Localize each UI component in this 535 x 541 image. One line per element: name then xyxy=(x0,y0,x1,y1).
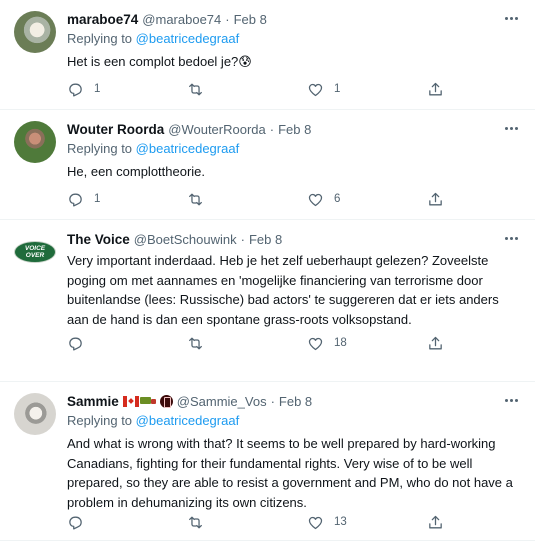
like-button[interactable]: 18 xyxy=(307,335,427,352)
like-count: 1 xyxy=(334,83,341,95)
separator-dot: · xyxy=(269,121,275,137)
tweet-date[interactable]: Feb 8 xyxy=(234,12,267,27)
retweet-icon xyxy=(189,83,202,95)
like-button[interactable]: 13 xyxy=(307,514,427,531)
more-options-icon[interactable] xyxy=(501,120,521,136)
more-options-icon[interactable] xyxy=(501,230,521,246)
more-options-icon[interactable] xyxy=(501,10,521,26)
reply-button[interactable]: 1 xyxy=(67,81,187,98)
tweet-date[interactable]: Feb 8 xyxy=(278,122,311,137)
heart-icon xyxy=(308,83,323,96)
reply-icon xyxy=(69,337,82,351)
tweet-text: Very important inderdaad. Heb je het zel… xyxy=(67,253,499,327)
tweet-text: He, een complottheorie. xyxy=(67,164,206,179)
reply-count: 1 xyxy=(94,83,101,95)
retweet-icon xyxy=(189,193,202,205)
heart-icon xyxy=(308,193,323,206)
tweet-date[interactable]: Feb 8 xyxy=(279,394,312,409)
more-options-icon[interactable] xyxy=(501,392,521,408)
tweet-actions: 1 6 xyxy=(67,189,523,209)
share-icon xyxy=(429,82,442,95)
replying-to: Replying to @beatricedegraaf xyxy=(67,141,523,159)
avatar[interactable]: VOICE OVER xyxy=(14,231,56,273)
retweet-button[interactable] xyxy=(187,514,307,531)
like-button[interactable]: 6 xyxy=(307,191,427,208)
share-button[interactable] xyxy=(427,191,444,208)
display-name[interactable]: The Voice xyxy=(67,232,130,247)
retweet-icon xyxy=(189,516,202,528)
tweet-header: The Voice @BoetSchouwink · Feb 8 xyxy=(67,230,523,248)
tweet-header: maraboe74 @maraboe74 · Feb 8 xyxy=(67,10,523,28)
mention-link[interactable]: @beatricedegraaf xyxy=(136,413,240,428)
tweet-text: Het is een complot bedoel je?😰 xyxy=(67,54,252,69)
replying-to-prefix: Replying to xyxy=(67,31,136,46)
heart-icon xyxy=(308,516,323,529)
reply-icon xyxy=(69,83,82,97)
share-button[interactable] xyxy=(427,514,444,531)
avatar[interactable] xyxy=(14,121,56,163)
mention-link[interactable]: @beatricedegraaf xyxy=(136,31,240,46)
share-button[interactable] xyxy=(427,335,444,352)
reply-icon xyxy=(69,516,82,530)
reply-thread: maraboe74 @maraboe74 · Feb 8 Replying to… xyxy=(0,0,535,541)
separator-dot: · xyxy=(270,393,275,409)
user-handle[interactable]: @WouterRoorda xyxy=(168,122,266,137)
mention-link[interactable]: @beatricedegraaf xyxy=(136,141,240,156)
tweet[interactable]: maraboe74 @maraboe74 · Feb 8 Replying to… xyxy=(0,0,535,110)
display-name[interactable]: Sammie xyxy=(67,394,119,409)
like-count: 13 xyxy=(334,516,347,528)
tweet[interactable]: Wouter Roorda @WouterRoorda · Feb 8 Repl… xyxy=(0,110,535,220)
reply-button[interactable] xyxy=(67,335,187,352)
retweet-icon xyxy=(189,337,202,349)
retweet-button[interactable] xyxy=(187,81,307,98)
share-icon xyxy=(429,336,442,349)
replying-to: Replying to @beatricedegraaf xyxy=(67,31,523,49)
avatar[interactable] xyxy=(14,393,56,435)
reply-button[interactable]: 1 xyxy=(67,191,187,208)
retweet-button[interactable] xyxy=(187,335,307,352)
tweet-header: Wouter Roorda @WouterRoorda · Feb 8 xyxy=(67,120,523,138)
avatar-logo: VOICE OVER xyxy=(14,241,56,263)
tweet-actions: 13 xyxy=(67,512,523,532)
tweet-text: And what is wrong with that? It seems to… xyxy=(67,436,513,510)
avatar[interactable] xyxy=(14,11,56,53)
tweet[interactable]: VOICE OVER The Voice @BoetSchouwink · Fe… xyxy=(0,220,535,382)
reply-icon xyxy=(69,193,82,207)
like-count: 6 xyxy=(334,193,341,205)
tweet-header: Sammie @Sammie_Vos · Feb 8 xyxy=(67,392,523,410)
user-handle[interactable]: @maraboe74 xyxy=(142,12,221,27)
separator-dot: · xyxy=(240,231,245,247)
like-count: 18 xyxy=(334,337,347,349)
retweet-button[interactable] xyxy=(187,191,307,208)
canada-flag-icon xyxy=(122,395,139,407)
heart-icon xyxy=(308,337,323,350)
user-handle[interactable]: @Sammie_Vos xyxy=(177,394,267,409)
replying-to-prefix: Replying to xyxy=(67,413,136,428)
like-button[interactable]: 1 xyxy=(307,81,427,98)
display-name[interactable]: maraboe74 xyxy=(67,12,138,27)
name-emoji-badges xyxy=(122,394,173,408)
tweet-date[interactable]: Feb 8 xyxy=(249,232,282,247)
tweet[interactable]: Sammie @Sammie_Vos · Feb 8 Replying to @… xyxy=(0,382,535,541)
display-name[interactable]: Wouter Roorda xyxy=(67,122,164,137)
replying-to-prefix: Replying to xyxy=(67,141,136,156)
reply-button[interactable] xyxy=(67,514,187,531)
tweet-actions: 18 xyxy=(67,333,523,353)
user-handle[interactable]: @BoetSchouwink xyxy=(134,232,237,247)
reply-count: 1 xyxy=(94,193,101,205)
share-icon xyxy=(429,515,442,528)
share-button[interactable] xyxy=(427,81,444,98)
mobile-phone-icon xyxy=(159,394,173,408)
replying-to: Replying to @beatricedegraaf xyxy=(67,413,523,431)
truck-icon xyxy=(139,396,157,407)
share-icon xyxy=(429,192,442,205)
tweet-actions: 1 1 xyxy=(67,79,523,99)
separator-dot: · xyxy=(225,11,230,27)
